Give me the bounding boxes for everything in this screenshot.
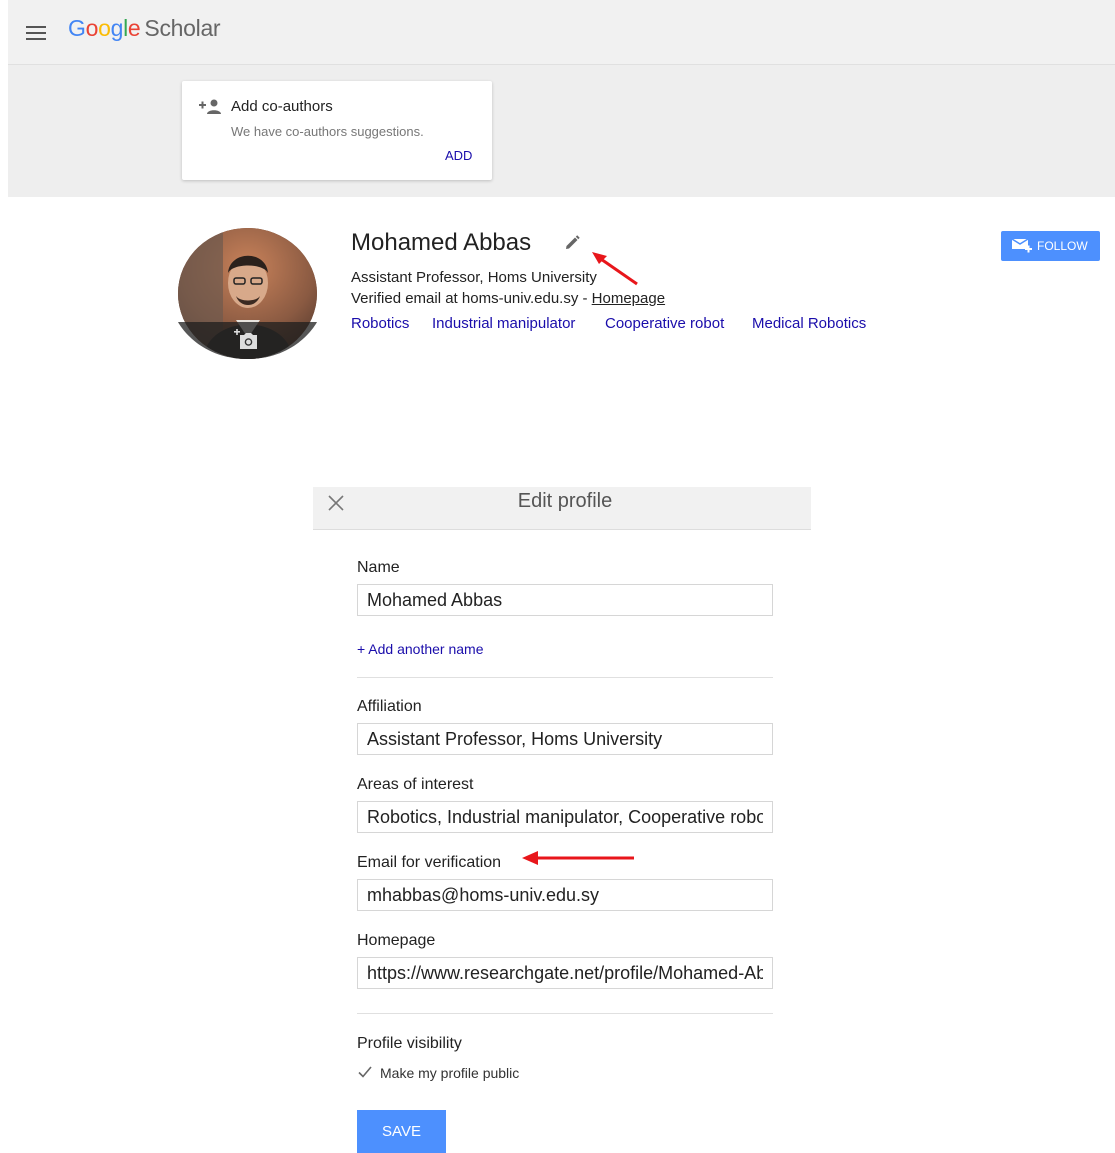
follow-button[interactable]: FOLLOW <box>1001 231 1100 261</box>
annotation-arrow <box>520 850 636 871</box>
divider <box>357 677 773 678</box>
interest-link[interactable]: Cooperative robot <box>605 315 724 332</box>
suggestions-banner <box>8 64 1115 197</box>
profile-affiliation: Assistant Professor, Homs University <box>351 269 597 286</box>
mail-icon <box>1011 238 1033 257</box>
follow-label: FOLLOW <box>1037 239 1088 253</box>
email-input[interactable] <box>357 879 773 911</box>
edit-pencil-icon[interactable] <box>563 234 581 257</box>
add-person-icon <box>199 99 223 120</box>
logo-scholar: Scholar <box>144 15 221 41</box>
logo-letter: o <box>98 15 111 41</box>
logo-letter: g <box>110 15 124 41</box>
add-coauthors-button[interactable]: ADD <box>445 148 472 163</box>
interest-link[interactable]: Industrial manipulator <box>432 315 575 332</box>
public-checkbox-label: Make my profile public <box>380 1065 520 1081</box>
homepage-input[interactable] <box>357 957 773 989</box>
visibility-label: Profile visibility <box>357 1035 462 1052</box>
google-scholar-logo[interactable]: Google Scholar <box>68 15 221 42</box>
menu-icon[interactable] <box>26 26 46 40</box>
logo-letter: o <box>85 15 99 41</box>
coauthors-title: Add co-authors <box>231 98 333 115</box>
homepage-label: Homepage <box>357 932 436 949</box>
add-photo-icon[interactable] <box>233 328 259 355</box>
email-label: Email for verification <box>357 854 502 871</box>
edit-profile-title: Edit profile <box>517 490 613 512</box>
save-button[interactable]: SAVE <box>357 1110 446 1153</box>
interest-link[interactable]: Robotics <box>351 315 409 332</box>
verified-email-text: Verified email at homs-univ.edu.sy - <box>351 290 592 307</box>
affiliation-input[interactable] <box>357 723 773 755</box>
divider <box>357 1013 773 1014</box>
interests-input[interactable] <box>357 801 773 833</box>
name-label: Name <box>357 559 400 576</box>
name-input[interactable] <box>357 584 773 616</box>
logo-letter: e <box>127 15 141 41</box>
interests-label: Areas of interest <box>357 776 474 793</box>
public-checkbox[interactable] <box>357 1064 373 1080</box>
profile-name: Mohamed Abbas <box>351 229 532 256</box>
coauthors-subtitle: We have co-authors suggestions. <box>231 124 424 139</box>
logo-letter: G <box>68 15 86 41</box>
affiliation-label: Affiliation <box>357 698 422 715</box>
annotation-arrow <box>588 248 640 293</box>
interest-link[interactable]: Medical Robotics <box>752 315 866 332</box>
add-another-name-link[interactable]: + Add another name <box>357 641 484 657</box>
